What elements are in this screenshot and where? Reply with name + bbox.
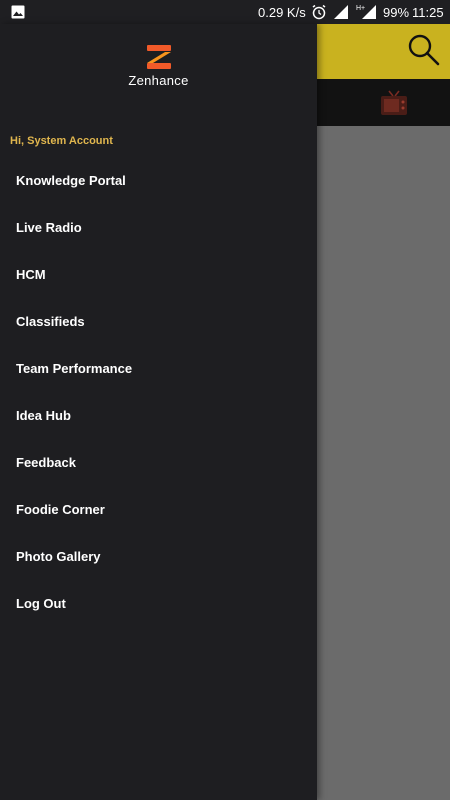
brand-name: Zenhance xyxy=(128,73,189,88)
tv-icon[interactable] xyxy=(379,89,409,117)
status-bar: 0.29 K/s H+ 99% 11:25 xyxy=(0,0,450,24)
svg-text:H+: H+ xyxy=(356,5,365,12)
alarm-icon xyxy=(312,4,326,20)
drawer-menu: Knowledge Portal Live Radio HCM Classifi… xyxy=(0,157,317,627)
brand-header: Zenhance xyxy=(0,44,317,88)
menu-item-knowledge-portal[interactable]: Knowledge Portal xyxy=(0,157,317,204)
battery-level: 99% xyxy=(383,5,410,20)
signal-icon xyxy=(334,5,348,19)
search-icon[interactable] xyxy=(406,32,442,68)
menu-item-team-performance[interactable]: Team Performance xyxy=(0,345,317,392)
user-greeting: Hi, System Account xyxy=(10,135,113,147)
hplus-signal-icon: H+ xyxy=(356,5,376,19)
menu-item-classifieds[interactable]: Classifieds xyxy=(0,298,317,345)
menu-item-foodie-corner[interactable]: Foodie Corner xyxy=(0,486,317,533)
clock: 11:25 xyxy=(412,5,444,20)
menu-item-live-radio[interactable]: Live Radio xyxy=(0,204,317,251)
zenhance-logo-icon xyxy=(146,45,171,69)
menu-item-hcm[interactable]: HCM xyxy=(0,251,317,298)
navigation-drawer: Zenhance Hi, System Account Knowledge Po… xyxy=(0,24,317,800)
network-speed: 0.29 K/s xyxy=(258,5,306,20)
menu-item-feedback[interactable]: Feedback xyxy=(0,439,317,486)
menu-item-idea-hub[interactable]: Idea Hub xyxy=(0,392,317,439)
image-icon xyxy=(11,5,25,19)
menu-item-photo-gallery[interactable]: Photo Gallery xyxy=(0,533,317,580)
menu-item-log-out[interactable]: Log Out xyxy=(0,580,317,627)
